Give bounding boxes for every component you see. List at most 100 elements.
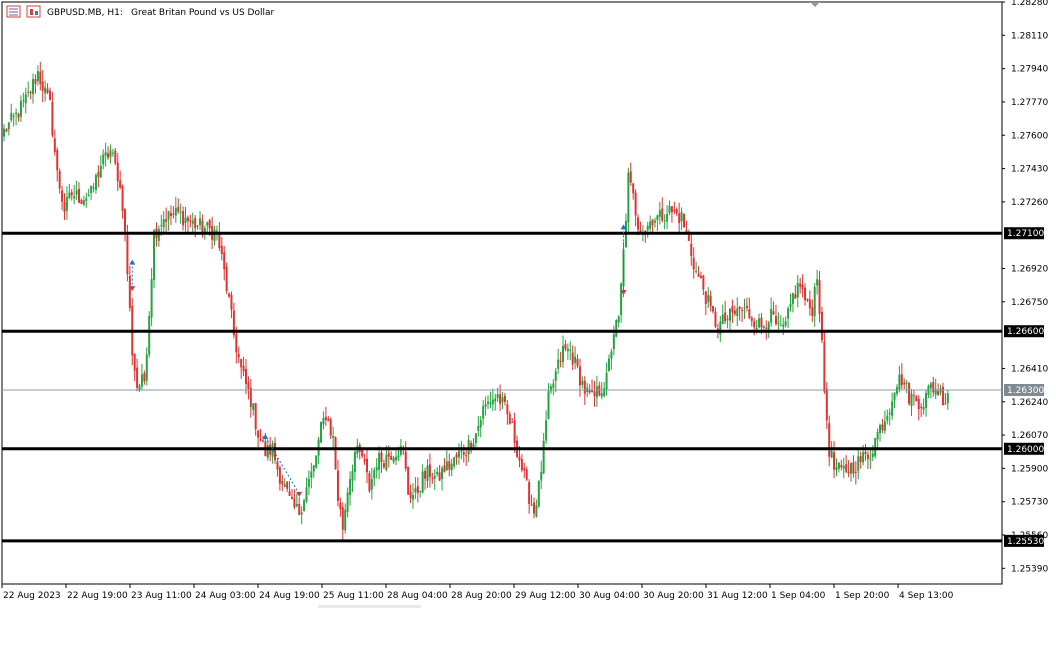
- candle-body: [334, 437, 337, 470]
- candle-body: [242, 366, 245, 372]
- candle-body: [109, 150, 112, 157]
- candle-body: [385, 454, 388, 470]
- candle-body: [879, 425, 882, 433]
- candle-body: [259, 438, 262, 441]
- candle-body: [487, 401, 489, 404]
- candle-body: [107, 153, 110, 158]
- candle-body: [765, 327, 768, 329]
- candle-body: [19, 101, 22, 117]
- y-tick-label: 1.26920: [1011, 265, 1048, 275]
- candle-body: [837, 462, 840, 469]
- y-tick-label: 1.27770: [1011, 98, 1048, 108]
- y-tick-label: 1.28110: [1011, 31, 1048, 41]
- candle-body: [530, 504, 533, 506]
- candle-body: [363, 458, 366, 462]
- candle-body: [392, 457, 395, 463]
- price-chart[interactable]: GBPUSD.MB, H1: Great Britan Pound vs US …: [0, 0, 1056, 672]
- time-axis[interactable]: 22 Aug 2023 22 Aug 19:00 23 Aug 11:00 24 Au…: [1, 584, 954, 601]
- candle-body: [215, 230, 218, 232]
- x-tick-label: 24 Aug 03:00: [195, 591, 256, 601]
- candle-body: [494, 398, 497, 402]
- candle-body: [610, 351, 613, 359]
- candle-body: [310, 471, 313, 478]
- candle-body: [436, 471, 439, 475]
- candle-body: [368, 473, 371, 492]
- candle-body: [808, 299, 811, 309]
- candle-body: [336, 470, 339, 501]
- candle-body: [564, 344, 567, 350]
- candle-body: [917, 398, 920, 410]
- candle-body: [17, 113, 20, 118]
- candle-body: [41, 81, 44, 92]
- candle-body: [724, 312, 727, 322]
- candle-body: [121, 185, 124, 212]
- candle-body: [876, 431, 879, 440]
- candle-body: [651, 219, 654, 226]
- candle-body: [859, 456, 862, 463]
- candle-body: [854, 471, 857, 473]
- candle-body: [653, 220, 656, 223]
- chart-header: GBPUSD.MB, H1: Great Britan Pound vs US …: [6, 5, 274, 18]
- candle-body: [922, 407, 925, 410]
- candle-body: [634, 192, 637, 216]
- candle-body: [820, 311, 823, 341]
- candle-body: [741, 309, 744, 311]
- candle-body: [903, 382, 906, 385]
- candle-body: [457, 451, 460, 458]
- candle-body: [278, 467, 281, 484]
- candle-body: [912, 395, 915, 397]
- candle-body: [699, 275, 702, 279]
- candle-body: [779, 324, 782, 326]
- candle-body: [540, 472, 543, 481]
- candle-body: [658, 210, 661, 217]
- candle-body: [472, 443, 475, 448]
- candle-body: [474, 433, 477, 443]
- candle-body: [874, 438, 877, 457]
- candle-body: [804, 287, 807, 300]
- candle-body: [796, 282, 799, 298]
- y-tick-label: 1.26410: [1011, 364, 1048, 374]
- candle-body: [252, 403, 255, 410]
- candle-body: [116, 162, 119, 182]
- candle-body: [68, 192, 71, 199]
- chart-window-icon[interactable]: [26, 5, 41, 18]
- candle-body: [382, 463, 385, 468]
- candle-body: [332, 435, 335, 438]
- candle-body: [595, 386, 598, 398]
- price-axis[interactable]: 1.28280 1.28110 1.27940 1.27770 1.27600 1.274…: [1002, 0, 1048, 574]
- candle-body: [53, 138, 56, 153]
- candle-body: [22, 100, 25, 102]
- y-tick-label: 1.27600: [1011, 131, 1048, 141]
- candle-body: [784, 321, 787, 326]
- candle-body: [835, 467, 838, 471]
- candle-body: [729, 308, 731, 321]
- candle-body: [370, 479, 373, 490]
- candle-body: [366, 458, 368, 473]
- candle-body: [862, 452, 865, 463]
- candle-body: [136, 367, 139, 388]
- candle-body: [656, 215, 659, 220]
- candle-body: [307, 478, 310, 488]
- candle-body: [806, 298, 809, 301]
- candle-body: [721, 314, 724, 324]
- candle-body: [871, 453, 874, 458]
- candle-body: [378, 453, 381, 470]
- candle-body: [869, 458, 872, 460]
- candle-body: [883, 421, 886, 431]
- candle-body: [649, 221, 652, 229]
- candle-body: [353, 451, 356, 472]
- candle-body: [148, 315, 151, 355]
- candle-body: [324, 416, 327, 421]
- time-scroll-thumb[interactable]: [318, 605, 421, 608]
- candle-body: [850, 463, 852, 474]
- candle-body: [240, 359, 243, 368]
- candle-body: [668, 206, 671, 213]
- candle-body: [549, 386, 552, 392]
- candle-body: [87, 194, 90, 197]
- candle-body: [443, 465, 446, 472]
- candle-body: [450, 464, 453, 471]
- candle-body: [670, 206, 673, 213]
- candle-body: [857, 456, 860, 472]
- candle-body: [223, 252, 226, 270]
- candle-body: [709, 295, 712, 307]
